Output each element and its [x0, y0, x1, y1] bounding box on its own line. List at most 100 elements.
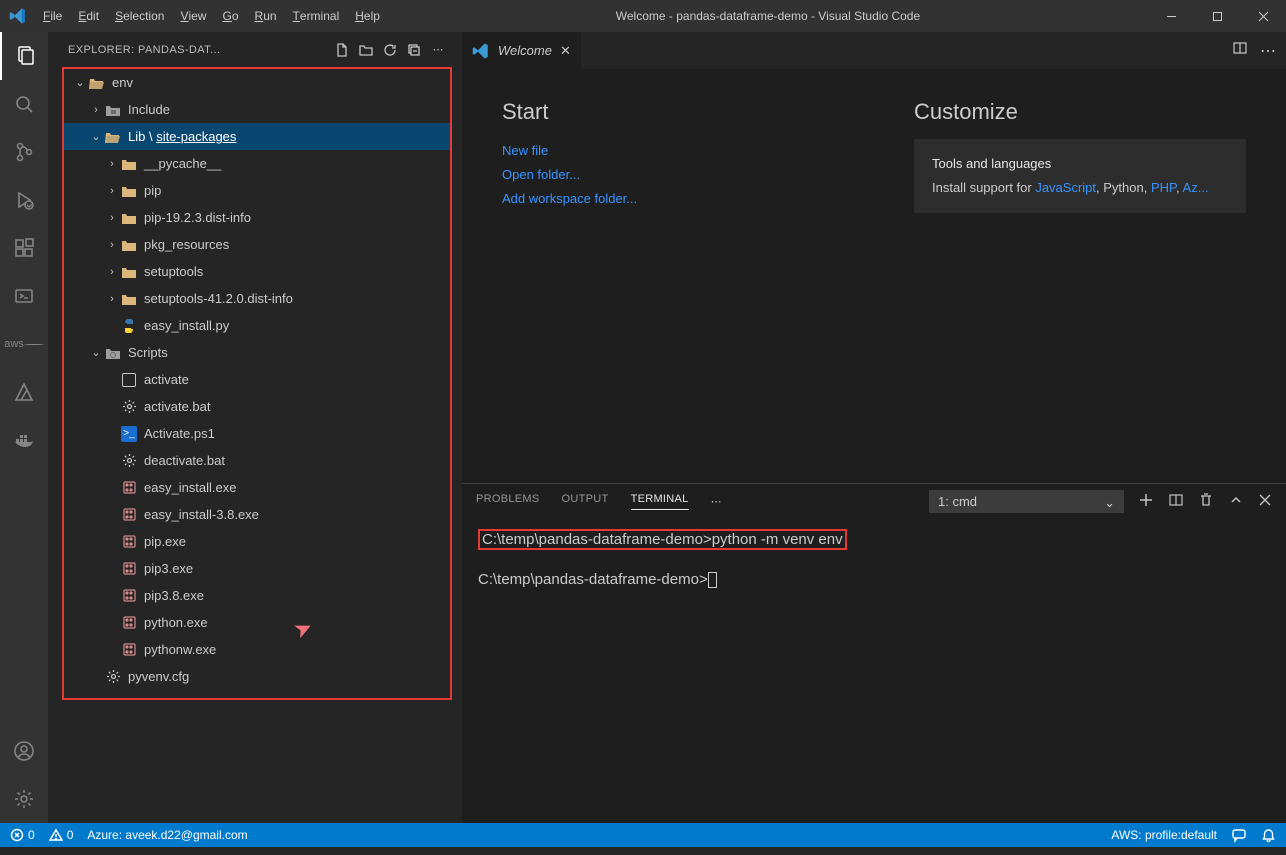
panel-tab-terminal[interactable]: TERMINAL: [631, 493, 689, 510]
more-actions-icon[interactable]: ⋯: [1260, 41, 1276, 61]
source-control-icon[interactable]: [0, 128, 48, 176]
status-feedback-icon[interactable]: [1231, 827, 1247, 843]
tree-item[interactable]: activate: [64, 366, 450, 393]
explorer-icon[interactable]: [0, 32, 48, 80]
status-warnings[interactable]: 0: [49, 828, 74, 842]
tree-item[interactable]: pip3.exe: [64, 555, 450, 582]
maximize-panel-icon[interactable]: [1228, 492, 1244, 511]
extensions-icon[interactable]: [0, 224, 48, 272]
explorer-sidebar: EXPLORER: PANDAS-DAT... ⋯ ⌄env›Include⌄L…: [48, 32, 462, 823]
new-terminal-icon[interactable]: [1138, 492, 1154, 511]
terminal-line: C:\temp\pandas-dataframe-demo>: [478, 569, 1270, 591]
tree-item[interactable]: easy_install.exe: [64, 474, 450, 501]
search-icon[interactable]: [0, 80, 48, 128]
tree-item[interactable]: ›__pycache__: [64, 150, 450, 177]
kill-terminal-icon[interactable]: [1198, 492, 1214, 511]
file-tree: ⌄env›Include⌄Lib \ site-packages›__pycac…: [64, 69, 450, 690]
collapse-all-icon[interactable]: [402, 38, 426, 62]
maximize-button[interactable]: [1194, 0, 1240, 32]
azure-triangle-icon[interactable]: [0, 368, 48, 416]
chevron-icon: ›: [88, 104, 104, 116]
menu-go[interactable]: Go: [214, 0, 246, 32]
tree-item[interactable]: ›setuptools-41.2.0.dist-info: [64, 285, 450, 312]
tree-item[interactable]: ›pkg_resources: [64, 231, 450, 258]
settings-gear-icon[interactable]: [0, 775, 48, 823]
chevron-icon: ›: [104, 239, 120, 251]
file-icon: [120, 534, 138, 549]
menu-selection[interactable]: Selection: [107, 0, 172, 32]
refresh-icon[interactable]: [378, 38, 402, 62]
status-bell-icon[interactable]: [1261, 828, 1276, 843]
tree-item[interactable]: pip.exe: [64, 528, 450, 555]
status-azure[interactable]: Azure: aveek.d22@gmail.com: [87, 828, 247, 842]
tree-item[interactable]: deactivate.bat: [64, 447, 450, 474]
tree-item[interactable]: ⌄env: [64, 69, 450, 96]
close-button[interactable]: [1240, 0, 1286, 32]
customize-heading: Customize: [914, 99, 1246, 125]
azure-powershell-icon[interactable]: [0, 272, 48, 320]
file-icon: [120, 292, 138, 306]
minimize-button[interactable]: [1148, 0, 1194, 32]
link-javascript[interactable]: JavaScript: [1035, 180, 1096, 195]
tree-item[interactable]: easy_install.py: [64, 312, 450, 339]
tab-welcome[interactable]: Welcome ✕: [462, 32, 582, 69]
panel-tab-output[interactable]: OUTPUT: [562, 493, 609, 510]
aws-icon[interactable]: aws: [0, 320, 48, 368]
menu-terminal[interactable]: Terminal: [285, 0, 348, 32]
file-icon: [104, 346, 122, 360]
tree-item[interactable]: pythonw.exe: [64, 636, 450, 663]
chevron-icon: ⌄: [88, 346, 104, 359]
run-debug-icon[interactable]: [0, 176, 48, 224]
tab-label: Welcome: [498, 43, 552, 58]
chevron-icon: ›: [104, 293, 120, 305]
close-panel-icon[interactable]: [1258, 493, 1272, 510]
tree-item[interactable]: ⌄Lib \ site-packages: [64, 123, 450, 150]
tree-item[interactable]: ›setuptools: [64, 258, 450, 285]
file-icon: [120, 642, 138, 657]
tree-item[interactable]: easy_install-3.8.exe: [64, 501, 450, 528]
new-file-icon[interactable]: [330, 38, 354, 62]
tools-languages-card[interactable]: Tools and languages Install support for …: [914, 139, 1246, 213]
status-errors[interactable]: 0: [10, 828, 35, 842]
welcome-link[interactable]: Add workspace folder...: [502, 187, 834, 211]
tree-item[interactable]: python.exe: [64, 609, 450, 636]
activity-bar: aws: [0, 32, 48, 823]
tree-item[interactable]: >_Activate.ps1: [64, 420, 450, 447]
tab-close-icon[interactable]: ✕: [560, 43, 571, 59]
docker-icon[interactable]: [0, 416, 48, 464]
more-icon[interactable]: ⋯: [426, 38, 450, 62]
terminal-selector[interactable]: 1: cmd⌄: [929, 490, 1124, 513]
bottom-panel: PROBLEMS OUTPUT TERMINAL ⋯ 1: cmd⌄ C:\temp…: [462, 483, 1286, 823]
tree-item[interactable]: ›Include: [64, 96, 450, 123]
panel-tab-problems[interactable]: PROBLEMS: [476, 493, 540, 510]
menu-view[interactable]: View: [172, 0, 214, 32]
file-icon: [120, 561, 138, 576]
menu-edit[interactable]: Edit: [70, 0, 107, 32]
tree-item[interactable]: ›pip-19.2.3.dist-info: [64, 204, 450, 231]
tree-item[interactable]: activate.bat: [64, 393, 450, 420]
link-php[interactable]: PHP: [1151, 180, 1176, 195]
file-icon: [104, 103, 122, 117]
card-title: Tools and languages: [932, 153, 1228, 175]
split-editor-icon[interactable]: [1232, 40, 1248, 61]
welcome-link[interactable]: Open folder...: [502, 163, 834, 187]
link-azure[interactable]: Az...: [1183, 180, 1209, 195]
terminal-body[interactable]: C:\temp\pandas-dataframe-demo>python -m …: [462, 519, 1286, 823]
tree-item[interactable]: pyvenv.cfg: [64, 663, 450, 690]
menu-run[interactable]: Run: [247, 0, 285, 32]
editor-group: Welcome ✕ ⋯ Start New fileOpen folder...…: [462, 32, 1286, 823]
accounts-icon[interactable]: [0, 727, 48, 775]
file-icon: [104, 669, 122, 684]
tree-item[interactable]: ›pip: [64, 177, 450, 204]
status-aws[interactable]: AWS: profile:default: [1111, 828, 1217, 842]
file-icon: [120, 507, 138, 522]
welcome-link[interactable]: New file: [502, 139, 834, 163]
menu-file[interactable]: File: [35, 0, 70, 32]
tree-item[interactable]: ⌄Scripts: [64, 339, 450, 366]
new-folder-icon[interactable]: [354, 38, 378, 62]
menu-help[interactable]: Help: [347, 0, 388, 32]
explorer-tree-highlight: ⌄env›Include⌄Lib \ site-packages›__pycac…: [62, 67, 452, 700]
tree-item[interactable]: pip3.8.exe: [64, 582, 450, 609]
split-terminal-icon[interactable]: [1168, 492, 1184, 511]
panel-more-icon[interactable]: ⋯: [711, 495, 722, 508]
